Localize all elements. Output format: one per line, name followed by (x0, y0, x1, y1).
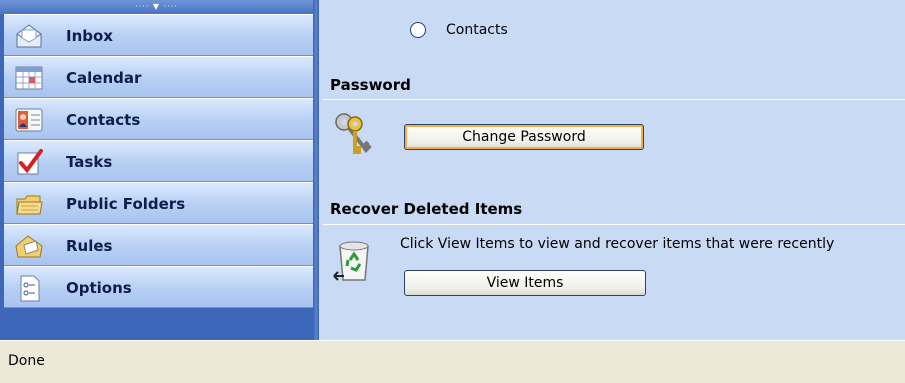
nav-item-contacts[interactable]: Contacts (4, 98, 313, 140)
recover-section-title: Recover Deleted Items (330, 200, 523, 218)
change-password-button[interactable]: Change Password (404, 124, 644, 150)
nav-item-label: Tasks (66, 153, 113, 171)
navigation-pane: ···· ▼ ···· Inbox Calendar Contacts Task… (0, 0, 313, 340)
nav-item-tasks[interactable]: Tasks (4, 140, 313, 182)
view-items-button[interactable]: View Items (404, 270, 646, 296)
nav-item-inbox[interactable]: Inbox (4, 14, 313, 56)
nav-item-label: Rules (66, 237, 113, 255)
keys-icon (335, 113, 372, 154)
nav-item-calendar[interactable]: Calendar (4, 56, 313, 98)
section-divider (323, 224, 905, 225)
contacts-icon (15, 108, 43, 132)
password-section-title: Password (330, 76, 411, 94)
tasks-icon (17, 149, 43, 175)
nav-item-public-folders[interactable]: Public Folders (4, 182, 313, 224)
nav-item-label: Calendar (66, 69, 142, 87)
contacts-radio-label: Contacts (446, 22, 508, 38)
recycle-bin-icon (333, 241, 369, 281)
nav-item-label: Inbox (66, 27, 113, 45)
nav-item-rules[interactable]: Rules (4, 224, 313, 266)
options-content: Contacts Password Change Password Recove… (319, 0, 905, 340)
calendar-icon (15, 66, 43, 90)
nav-item-label: Options (66, 279, 132, 297)
contacts-radio[interactable] (410, 22, 426, 38)
options-icon (20, 275, 40, 302)
nav-item-label: Contacts (66, 111, 141, 129)
nav-item-label: Public Folders (66, 195, 186, 213)
rules-icon (15, 235, 43, 258)
recover-description: Click View Items to view and recover ite… (400, 236, 835, 252)
section-divider (323, 99, 905, 100)
public-folders-icon (16, 195, 43, 215)
inbox-icon (16, 24, 42, 48)
nav-item-options[interactable]: Options (4, 266, 313, 308)
status-text: Done (8, 353, 45, 369)
pane-resize-grip[interactable]: ···· ▼ ···· (0, 0, 313, 14)
status-bar: Done (0, 340, 905, 383)
